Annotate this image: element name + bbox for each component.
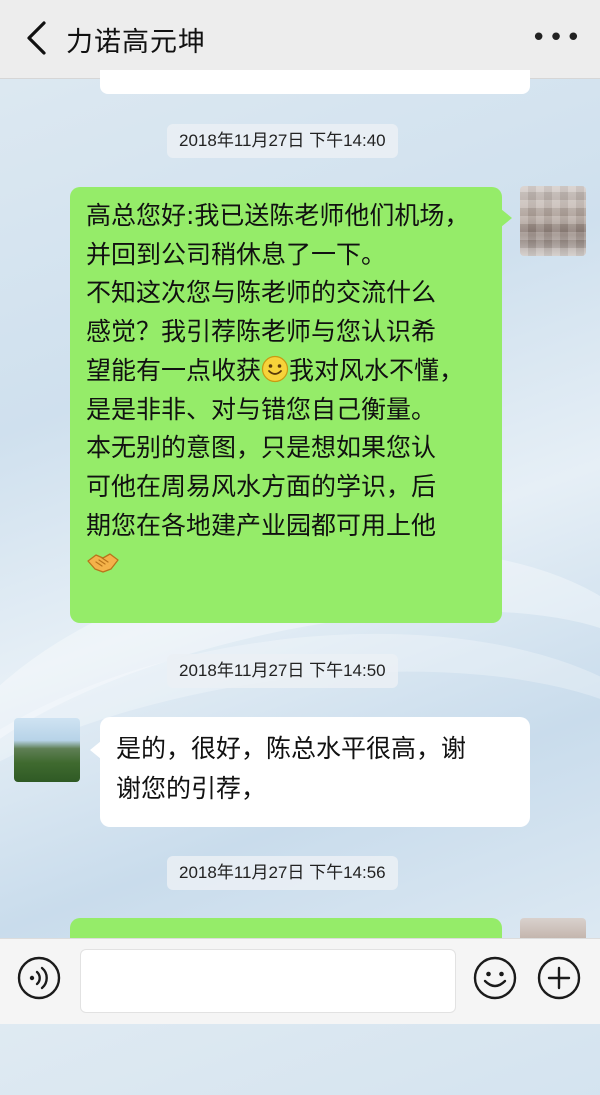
my-avatar[interactable] — [520, 186, 586, 256]
message-line: 感觉？我引荐陈老师与您认识希 — [86, 317, 437, 347]
message-input[interactable] — [80, 949, 456, 1013]
chat-header: 力诺高元坤 ••• — [0, 0, 600, 79]
message-line — [86, 545, 486, 589]
bubble-tail — [501, 209, 512, 227]
my-avatar[interactable] — [520, 918, 586, 938]
timestamp: 2018年11月27日 下午14:40 — [167, 124, 398, 158]
outgoing-message-bubble[interactable] — [70, 918, 502, 938]
message-line: 可他在周易风水方面的学识，后 — [86, 471, 437, 501]
previous-message-bubble[interactable] — [100, 70, 530, 94]
incoming-message-bubble[interactable]: 是的，很好，陈总水平很高，谢 谢您的引荐， — [90, 717, 530, 827]
contact-avatar[interactable] — [14, 718, 80, 782]
timestamp: 2018年11月27日 下午14:50 — [167, 654, 398, 688]
back-button[interactable] — [16, 18, 56, 58]
voice-icon — [17, 956, 61, 1000]
message-line: 不知这次您与陈老师的交流什么 — [86, 278, 437, 308]
more-options-button[interactable]: ••• — [531, 18, 581, 58]
message-line: 高总您好:我已送陈老师他们机场， — [86, 201, 470, 230]
message-line: 谢您的引荐， — [116, 774, 267, 803]
handshake-emoji-icon — [87, 553, 119, 573]
plus-icon — [537, 956, 581, 1000]
input-bar — [0, 938, 600, 1024]
message-line: 本无别的意图，只是想如果您认 — [86, 433, 437, 463]
more-functions-button[interactable] — [536, 955, 582, 1001]
chevron-left-icon — [27, 21, 46, 55]
message-line: 并回到公司稍休息了一下。 — [86, 239, 387, 269]
smile-emoji-icon — [261, 355, 289, 382]
outgoing-message-bubble[interactable]: 高总您好:我已送陈老师他们机场， 并回到公司稍休息了一下。 不知这次您与陈老师的… — [70, 187, 512, 623]
message-line: 是的，很好，陈总水平很高，谢 — [116, 734, 467, 763]
voice-button[interactable] — [16, 955, 62, 1001]
timestamp: 2018年11月27日 下午14:56 — [167, 856, 398, 890]
message-line: 是是非非、对与错您自己衡量。 — [86, 394, 437, 424]
message-line: 望能有一点收获 我对风水不懂， — [86, 352, 486, 391]
message-text: 我对风水不懂， — [289, 355, 465, 385]
bubble-tail — [90, 741, 101, 759]
message-line: 期您在各地建产业园都可用上他 — [86, 510, 437, 540]
emoji-button[interactable] — [472, 955, 518, 1001]
emoji-icon — [473, 956, 517, 1000]
chat-title: 力诺高元坤 — [66, 27, 206, 58]
message-text: 望能有一点收获 — [86, 355, 262, 385]
